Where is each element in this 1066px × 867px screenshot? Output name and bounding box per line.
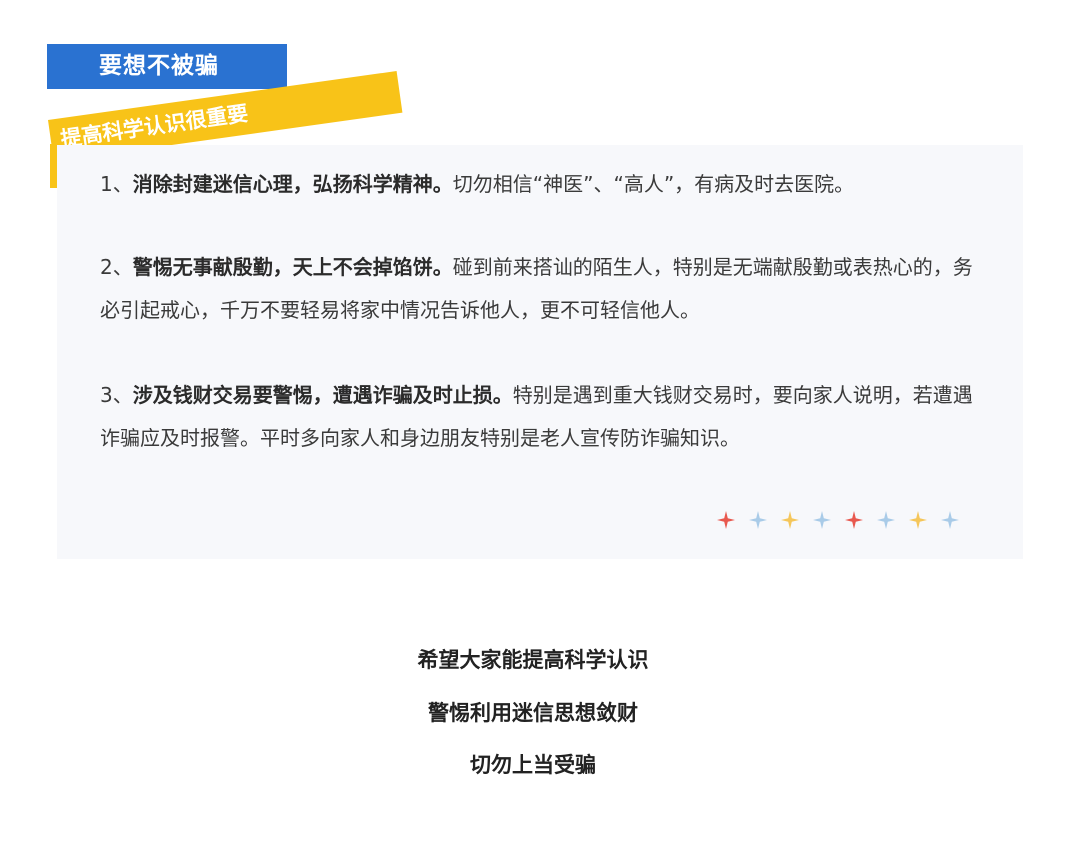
decorative-sparkle-row xyxy=(717,511,959,535)
tip-body: 切勿相信“神医”、“高人”，有病及时去医院。 xyxy=(452,172,855,196)
tip-number: 1、 xyxy=(100,172,133,196)
closing-line-2: 警惕利用迷信思想敛财 xyxy=(428,701,638,725)
closing-line-3: 切勿上当受骗 xyxy=(470,753,596,777)
sparkle-icon xyxy=(749,511,767,529)
section-title-text: 要想不被骗 xyxy=(99,53,219,79)
sparkle-icon xyxy=(909,511,927,529)
tip-number: 2、 xyxy=(100,255,133,279)
sparkle-icon xyxy=(813,511,831,529)
tip-item-1: 1、消除封建迷信心理，弘扬科学精神。切勿相信“神医”、“高人”，有病及时去医院。 xyxy=(100,163,990,206)
tips-card: 1、消除封建迷信心理，弘扬科学精神。切勿相信“神医”、“高人”，有病及时去医院。… xyxy=(57,145,1023,559)
sparkle-icon xyxy=(781,511,799,529)
tip-item-3: 3、涉及钱财交易要警惕，遭遇诈骗及时止损。特别是遇到重大钱财交易时，要向家人说明… xyxy=(100,374,990,460)
sparkle-icon xyxy=(877,511,895,529)
tip-headline: 涉及钱财交易要警惕，遭遇诈骗及时止损。 xyxy=(132,383,513,407)
sparkle-icon xyxy=(717,511,735,529)
tip-item-2: 2、警惕无事献殷勤，天上不会掉馅饼。碰到前来搭讪的陌生人，特别是无端献殷勤或表热… xyxy=(100,246,990,332)
section-title-tab: 要想不被骗 xyxy=(47,44,287,89)
sparkle-icon xyxy=(845,511,863,529)
subtitle-ribbon-text: 提高科学认识很重要 xyxy=(59,101,250,152)
tip-headline: 消除封建迷信心理，弘扬科学精神。 xyxy=(132,172,453,196)
tip-headline: 警惕无事献殷勤，天上不会掉馅饼。 xyxy=(132,255,453,279)
closing-line-1: 希望大家能提高科学认识 xyxy=(417,648,649,672)
tip-number: 3、 xyxy=(100,383,133,407)
sparkle-icon xyxy=(941,511,959,529)
